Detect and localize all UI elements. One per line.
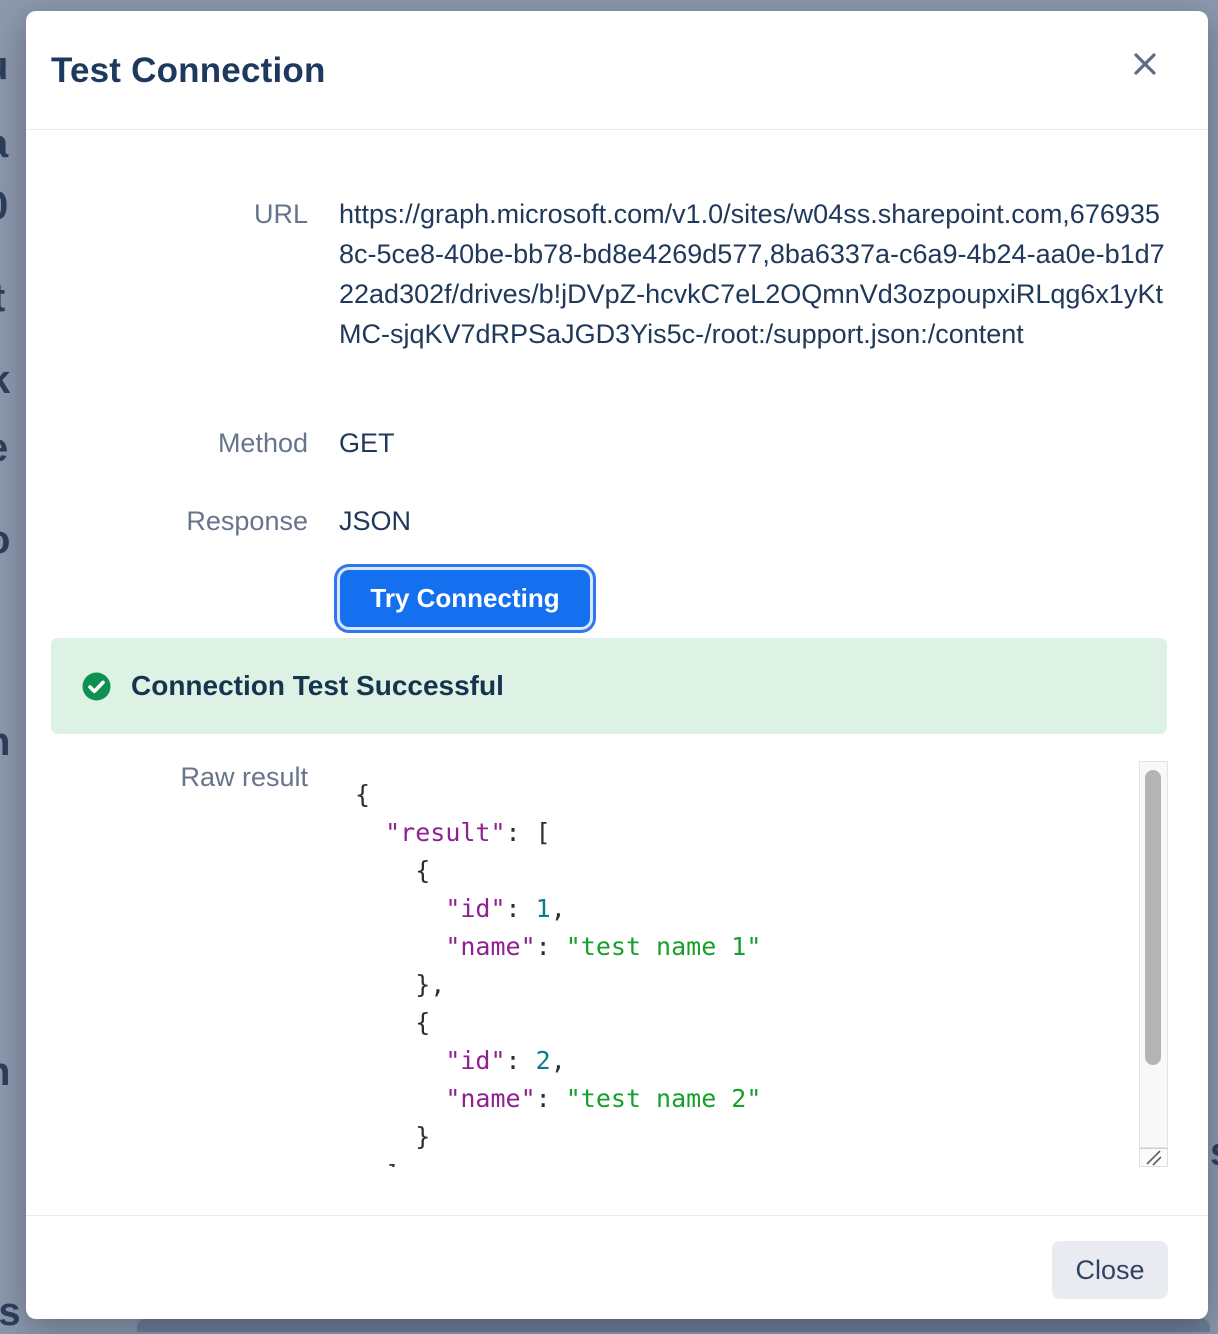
method-label: Method [26,423,308,463]
backdrop-text-fragment: e [0,428,8,468]
scrollbar-thumb[interactable] [1145,770,1161,1065]
backdrop-text-fragment: k [0,360,10,400]
json-code: { "result": [ { "id": 1, "name": "test n… [339,776,1137,1167]
backdrop-text-fragment: n [0,1052,10,1092]
success-banner: Connection Test Successful [51,638,1167,734]
backdrop-text-fragment: t [0,278,5,318]
backdrop-text-fragment: n [0,722,10,762]
test-connection-modal: Test Connection URL https://graph.micros… [26,11,1208,1319]
modal-footer: Close [26,1215,1208,1319]
url-value: https://graph.microsoft.com/v1.0/sites/w… [339,194,1172,354]
close-footer-button[interactable]: Close [1052,1241,1168,1299]
response-value: JSON [339,501,1172,541]
success-banner-text: Connection Test Successful [131,670,504,702]
backdrop-text-fragment: o [0,520,10,560]
modal-header: Test Connection [26,11,1208,130]
x-icon [1131,50,1159,81]
raw-result-code[interactable]: { "result": [ { "id": 1, "name": "test n… [339,761,1168,1167]
backdrop-panel-edge [137,1319,1210,1332]
raw-result-label: Raw result [26,763,308,791]
check-circle-icon [82,672,111,701]
try-connecting-button[interactable]: Try Connecting [340,570,590,627]
modal-title: Test Connection [51,51,326,91]
backdrop-text-fragment: ns [0,1292,21,1332]
url-label: URL [26,194,308,234]
backdrop-text-fragment: a [0,124,8,164]
response-label: Response [26,501,308,541]
method-value: GET [339,423,1172,463]
backdrop-text-fragment: 0 [0,186,8,226]
scrollbar-track[interactable] [1139,761,1168,1148]
backdrop-text-fragment: u [0,46,8,86]
close-button[interactable] [1127,47,1163,83]
resize-handle-icon[interactable] [1139,1148,1168,1167]
backdrop-text-fragment: s [1210,1132,1218,1172]
